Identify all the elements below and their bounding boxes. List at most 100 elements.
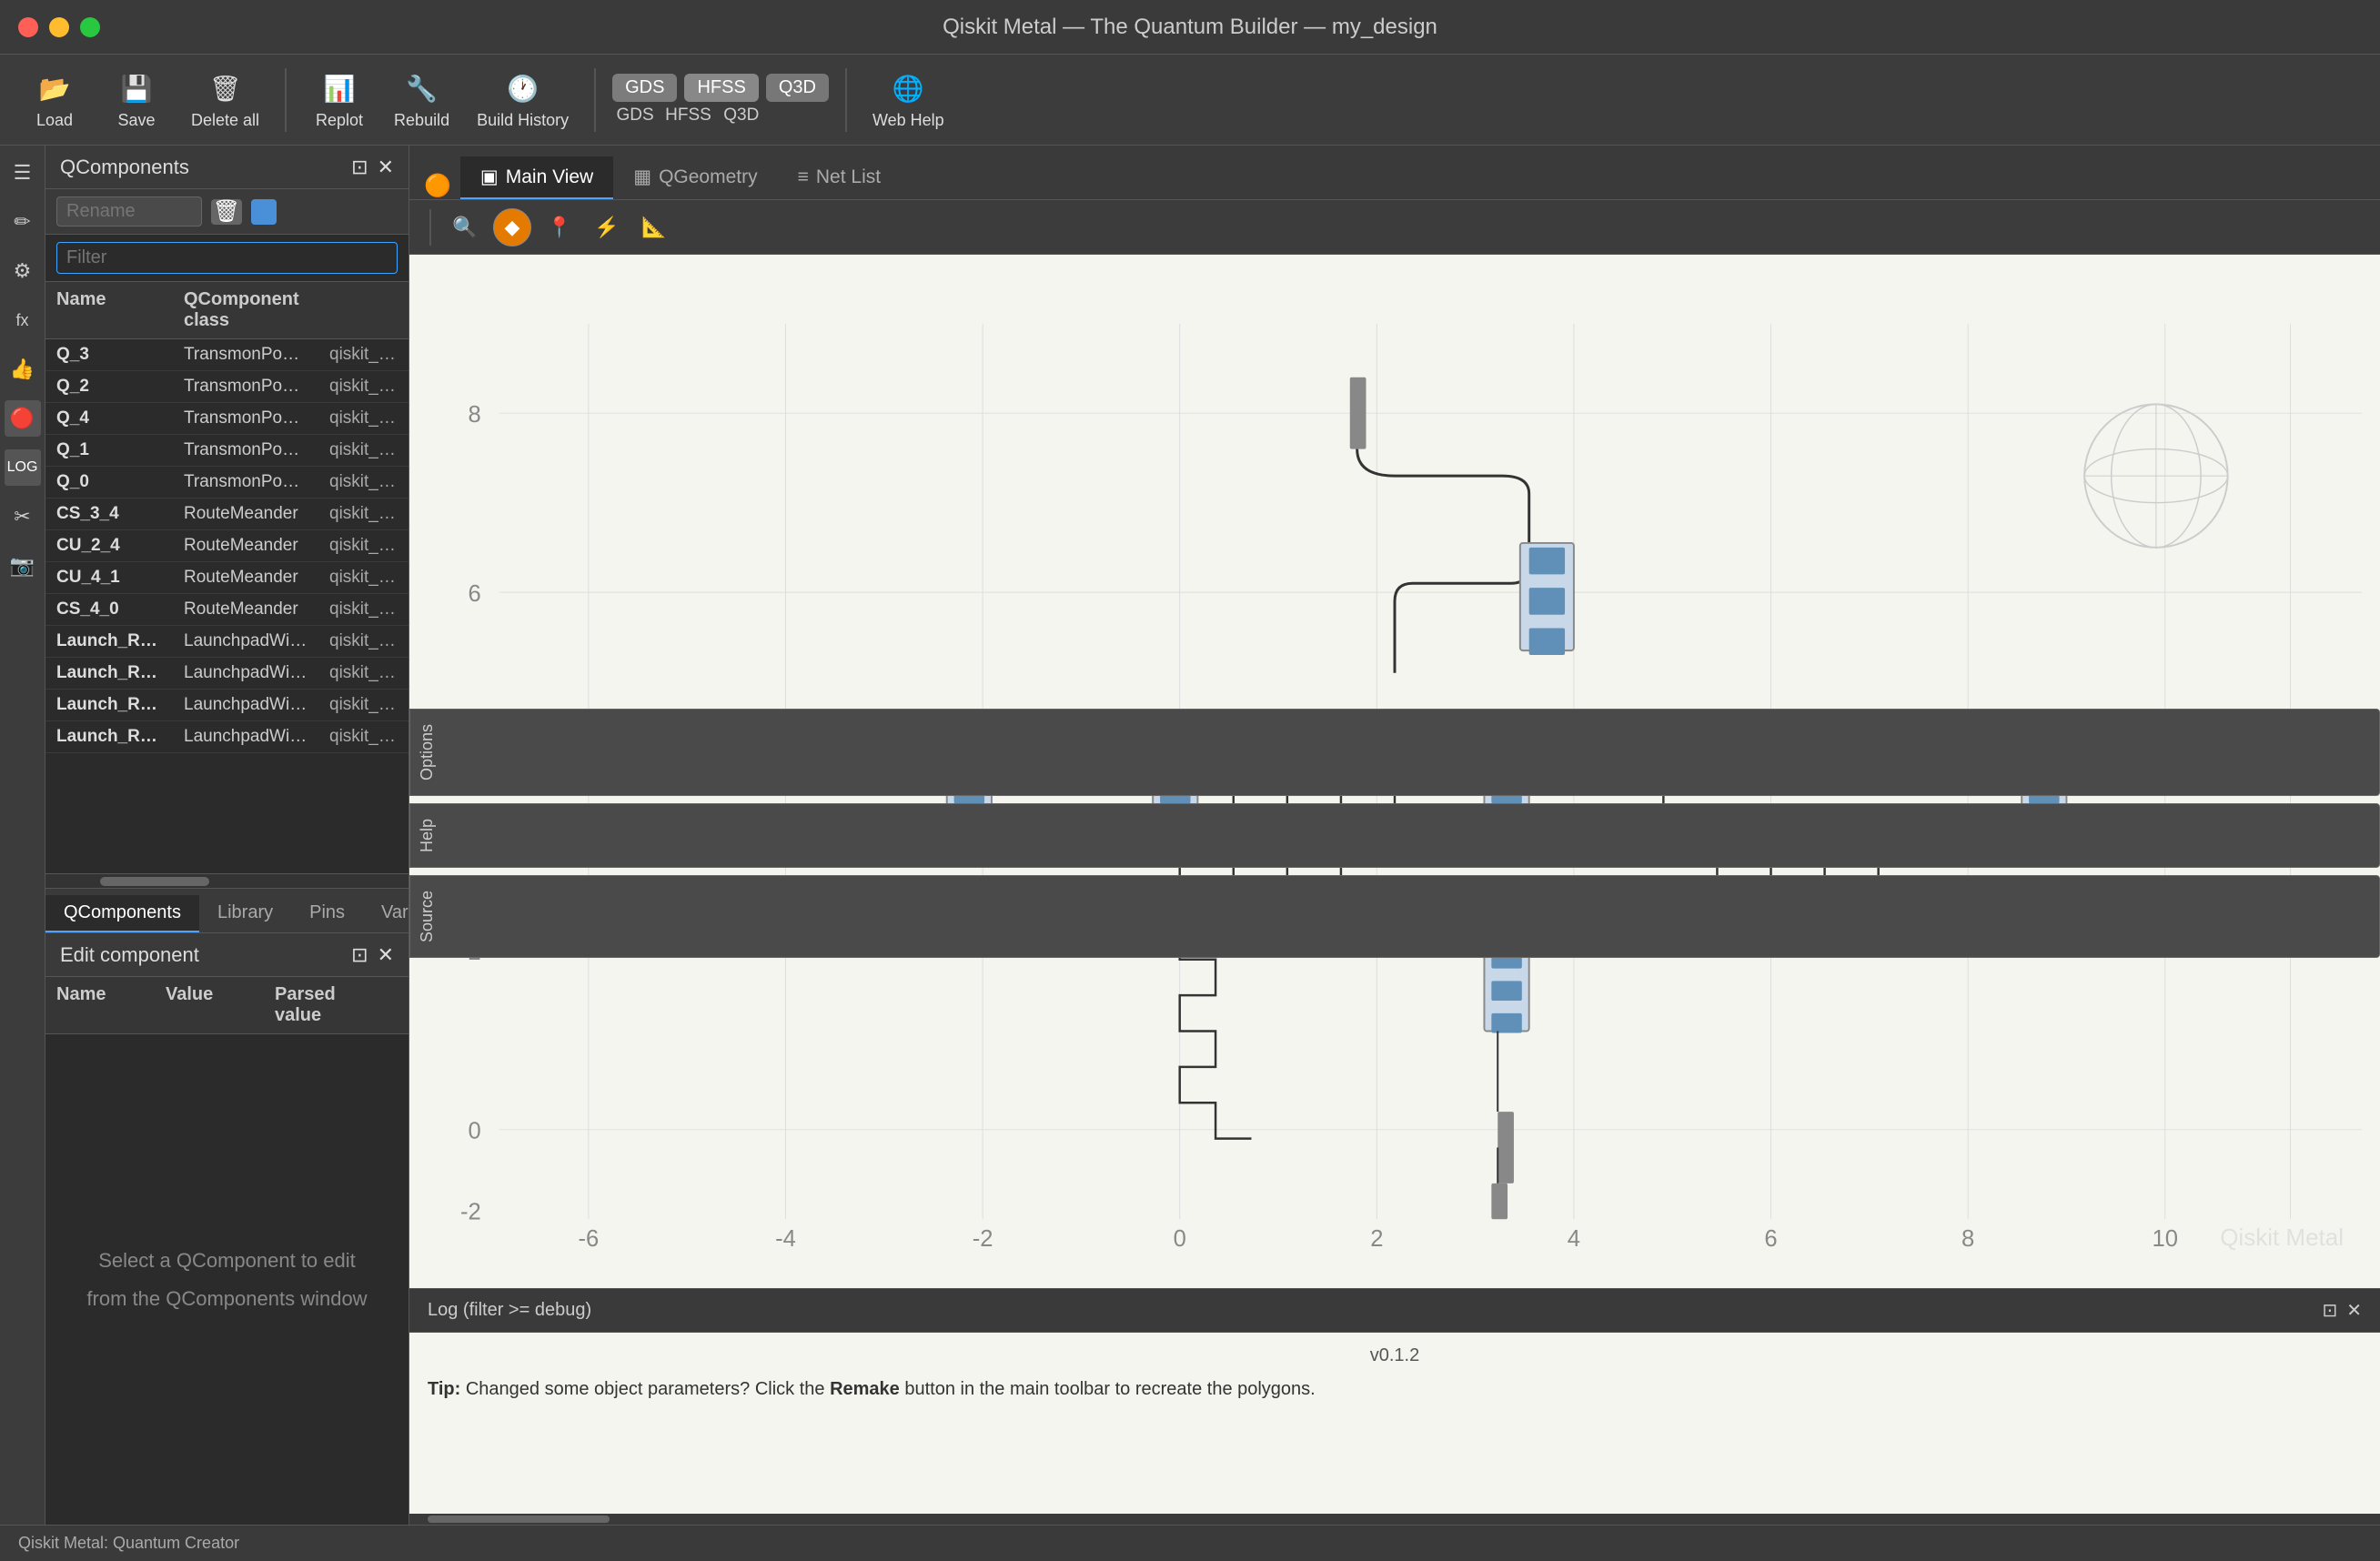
save-button[interactable]: 💾 Save (100, 64, 173, 136)
scrollbar-thumb[interactable] (100, 877, 209, 886)
tab-library[interactable]: Library (199, 895, 291, 932)
color-swatch[interactable] (251, 199, 277, 225)
log-expand-icon[interactable]: ⊡ (2322, 1299, 2337, 1322)
options-tab[interactable]: Options (409, 709, 2380, 796)
camera-icon[interactable]: 📷 (5, 548, 41, 584)
table-row[interactable]: Q_0 TransmonPocket6 qiskit_me (45, 467, 408, 499)
cell-module: qiskit_me (318, 631, 408, 651)
cell-name: Q_3 (45, 345, 173, 365)
marker-icon[interactable]: 📍 (540, 208, 579, 247)
edit-close-icon[interactable]: ✕ (378, 943, 394, 967)
cut-icon[interactable]: ✂ (5, 499, 41, 535)
web-help-button[interactable]: 🌐 Web Help (863, 64, 953, 136)
source-tab[interactable]: Source (409, 875, 2380, 958)
pin-icon[interactable]: ⚡ (588, 208, 626, 247)
cell-name: CU_4_1 (45, 568, 173, 588)
col-class: QComponent class (173, 289, 318, 331)
table-row[interactable]: Q_1 TransmonPocket6 qiskit_me (45, 435, 408, 467)
rebuild-button[interactable]: 🔧 Rebuild (385, 64, 459, 136)
cell-class: RouteMeander (173, 599, 318, 619)
table-row[interactable]: Launch_Readout_3 LaunchpadWirebond qiski… (45, 626, 408, 658)
hamburger-icon[interactable]: ☰ (5, 155, 41, 191)
tab-qgeometry[interactable]: ▦ QGeometry (613, 156, 777, 199)
pencil-icon[interactable]: ✏ (5, 204, 41, 240)
table-row[interactable]: Launch_Readout_2 LaunchpadWirebond qiski… (45, 658, 408, 690)
cell-name: Q_1 (45, 440, 173, 460)
close-button[interactable] (18, 17, 38, 37)
filter-input[interactable] (56, 242, 398, 274)
build-history-button[interactable]: 🕐 Build History (468, 64, 578, 136)
filter-bar (45, 235, 408, 282)
cell-class: TransmonPocket6 (173, 472, 318, 492)
rename-input[interactable] (56, 196, 202, 227)
log-header-text: Log (filter >= debug) (428, 1300, 591, 1321)
table-row[interactable]: Q_2 TransmonPocket6 qiskit_me (45, 371, 408, 403)
settings-icon[interactable]: ⚙ (5, 253, 41, 289)
export-gds-label: GDS (612, 106, 658, 126)
cell-name: Q_0 (45, 472, 173, 492)
cell-class: LaunchpadWirebond (173, 631, 318, 651)
measure-icon[interactable]: 📐 (635, 208, 673, 247)
svg-text:-2: -2 (460, 1199, 481, 1224)
build-history-icon: 🕐 (504, 69, 542, 107)
cell-module: qiskit_me (318, 599, 408, 619)
expand-icon[interactable]: ⊡ (351, 156, 368, 179)
cell-module: qiskit_me (318, 504, 408, 524)
replot-button[interactable]: 📊 Replot (303, 64, 376, 136)
delete-icon: 🗑 (207, 69, 245, 107)
window-title: Qiskit Metal — The Quantum Builder — my_… (943, 15, 1437, 40)
select-icon[interactable]: ◆ (493, 208, 531, 247)
maximize-button[interactable] (80, 17, 100, 37)
delete-component-button[interactable]: 🗑 (211, 199, 242, 225)
minimize-button[interactable] (49, 17, 69, 37)
formula-icon[interactable]: fx (5, 302, 41, 338)
zoom-icon[interactable]: 🔍 (446, 208, 484, 247)
export-gds-button[interactable]: GDS (612, 74, 677, 102)
cell-module: qiskit_me (318, 377, 408, 397)
close-panel-icon[interactable]: ✕ (378, 156, 394, 179)
help-tab[interactable]: Help (409, 803, 2380, 868)
table-row[interactable]: Q_3 TransmonPocket6 qiskit_me (45, 339, 408, 371)
edit-expand-icon[interactable]: ⊡ (351, 943, 368, 967)
log-icon[interactable]: LOG (5, 449, 41, 486)
table-row[interactable]: CU_4_1 RouteMeander qiskit_me (45, 562, 408, 594)
tab-net-list[interactable]: ≡ Net List (778, 157, 901, 199)
table-row[interactable]: CS_4_0 RouteMeander qiskit_me (45, 594, 408, 626)
load-button[interactable]: 📂 Load (18, 64, 91, 136)
cell-name: CU_2_4 (45, 536, 173, 556)
cell-module: qiskit_me (318, 568, 408, 588)
cell-name: CS_3_4 (45, 504, 173, 524)
edit-col-name: Name (45, 984, 155, 1026)
tab-main-view[interactable]: ▣ Main View (460, 156, 613, 199)
cell-name: Launch_Readout_4 (45, 695, 173, 715)
svg-text:2: 2 (1370, 1226, 1383, 1252)
cell-name: Launch_Readout_2 (45, 663, 173, 683)
red-circle-icon[interactable]: 🔴 (5, 400, 41, 437)
tab-qcomponents[interactable]: QComponents (45, 895, 199, 932)
header-actions: ⊡ ✕ (351, 156, 394, 179)
toolbar-separator-1 (285, 68, 287, 132)
cell-module: qiskit_me (318, 345, 408, 365)
export-q3d-button[interactable]: Q3D (766, 74, 829, 102)
log-tip-remake: Remake (830, 1379, 900, 1399)
log-scroll-thumb[interactable] (428, 1516, 610, 1523)
rebuild-icon: 🔧 (403, 69, 441, 107)
log-scrollbar[interactable] (409, 1514, 2380, 1525)
qgeometry-tab-icon: ▦ (633, 166, 651, 188)
table-row[interactable]: Launch_Readout_1 LaunchpadWirebond qiski… (45, 721, 408, 753)
table-row[interactable]: Q_4 TransmonPocket6 qiskit_me (45, 403, 408, 435)
toolbar-separator-3 (845, 68, 847, 132)
svg-text:6: 6 (469, 581, 481, 607)
edit-panel: Edit component ⊡ ✕ Name Value Parsed val… (45, 933, 408, 1525)
qcomponents-title: QComponents (60, 156, 189, 179)
table-row[interactable]: CS_3_4 RouteMeander qiskit_me (45, 499, 408, 530)
table-row[interactable]: Launch_Readout_4 LaunchpadWirebond qiski… (45, 690, 408, 721)
log-close-icon[interactable]: ✕ (2346, 1299, 2362, 1322)
tab-pins[interactable]: Pins (291, 895, 363, 932)
table-row[interactable]: CU_2_4 RouteMeander qiskit_me (45, 530, 408, 562)
horizontal-scrollbar[interactable] (45, 873, 408, 888)
delete-all-button[interactable]: 🗑 Delete all (182, 64, 268, 136)
export-hfss-button[interactable]: HFSS (684, 74, 758, 102)
svg-text:6: 6 (1764, 1226, 1777, 1252)
like-icon[interactable]: 👍 (5, 351, 41, 388)
